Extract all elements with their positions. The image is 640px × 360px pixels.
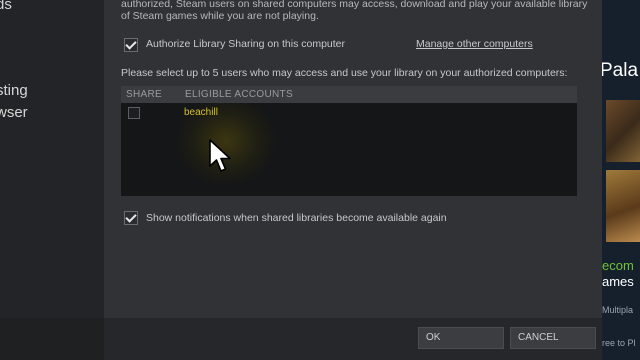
store-title-fragment: Pala <box>602 60 639 81</box>
column-header-share: SHARE <box>126 89 162 100</box>
store-text-small: ree to Pl <box>602 338 636 348</box>
authorize-sharing-label: Authorize Library Sharing on this comput… <box>146 38 346 50</box>
notify-checkbox[interactable] <box>124 211 138 225</box>
store-text-green: ecom <box>602 258 634 273</box>
store-text-white: ames <box>602 274 634 289</box>
background-left-menu: ds sting wser <box>0 0 104 318</box>
ok-button[interactable]: OK <box>418 327 504 349</box>
share-checkbox-beachill[interactable] <box>128 107 140 119</box>
family-sharing-dialog: authorized, Steam users on shared comput… <box>104 0 602 318</box>
notify-label: Show notifications when shared libraries… <box>146 212 447 224</box>
left-menu-item[interactable]: ds <box>0 0 12 13</box>
game-thumbnail <box>606 170 640 242</box>
column-header-eligible-accounts: ELIGIBLE ACCOUNTS <box>185 89 293 100</box>
store-background: Pala ecom ames Multipla ree to Pl <box>602 0 640 360</box>
authorize-sharing-checkbox[interactable] <box>124 38 138 52</box>
mouse-pointer-icon <box>209 139 231 172</box>
dialog-footer: OK CANCEL <box>104 318 602 360</box>
store-text-small: Multipla <box>602 305 634 315</box>
eligible-accounts-table: SHARE ELIGIBLE ACCOUNTS beachill <box>121 86 577 196</box>
eligible-account-name[interactable]: beachill <box>184 107 218 118</box>
left-menu-item[interactable]: wser <box>0 104 28 121</box>
manage-other-computers-link[interactable]: Manage other computers <box>416 38 533 50</box>
table-header: SHARE ELIGIBLE ACCOUNTS <box>121 86 577 103</box>
left-menu-item[interactable]: sting <box>0 82 28 99</box>
select-users-prompt: Please select up to 5 users who may acce… <box>121 67 568 79</box>
sharing-description: authorized, Steam users on shared comput… <box>121 0 588 22</box>
game-thumbnail <box>606 100 640 162</box>
cancel-button[interactable]: CANCEL <box>510 327 596 349</box>
